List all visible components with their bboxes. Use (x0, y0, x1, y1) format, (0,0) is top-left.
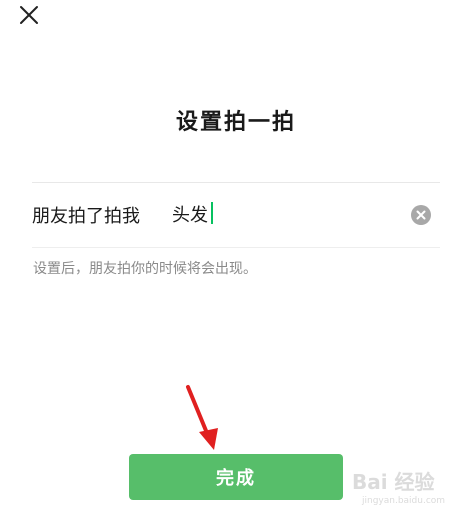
pat-suffix-input[interactable] (172, 196, 372, 232)
baidu-jingyan-watermark: Bai 经验 jingyan.baidu.com (352, 466, 468, 518)
done-button[interactable]: 完成 (129, 454, 343, 500)
pat-prefix-label: 朋友拍了拍我 (32, 206, 140, 227)
clear-circle-icon (411, 205, 431, 225)
clear-button[interactable] (410, 204, 432, 226)
hint-text: 设置后，朋友拍你的时候将会出现。 (33, 261, 257, 277)
pat-text-field: 朋友拍了拍我 (32, 196, 440, 236)
watermark-url: jingyan.baidu.com (362, 496, 446, 506)
red-arrow-icon (186, 385, 218, 450)
text-caret (211, 202, 213, 224)
close-icon (20, 6, 38, 24)
set-pat-screen: 设置拍一拍 朋友拍了拍我 设置后，朋友拍你的时候将会出现。 完成 Bai 经验 … (0, 0, 472, 520)
divider (32, 247, 440, 248)
watermark-brand: Bai 经验 (352, 470, 435, 494)
page-title: 设置拍一拍 (175, 110, 296, 135)
close-button[interactable] (12, 2, 44, 30)
divider (32, 182, 440, 183)
